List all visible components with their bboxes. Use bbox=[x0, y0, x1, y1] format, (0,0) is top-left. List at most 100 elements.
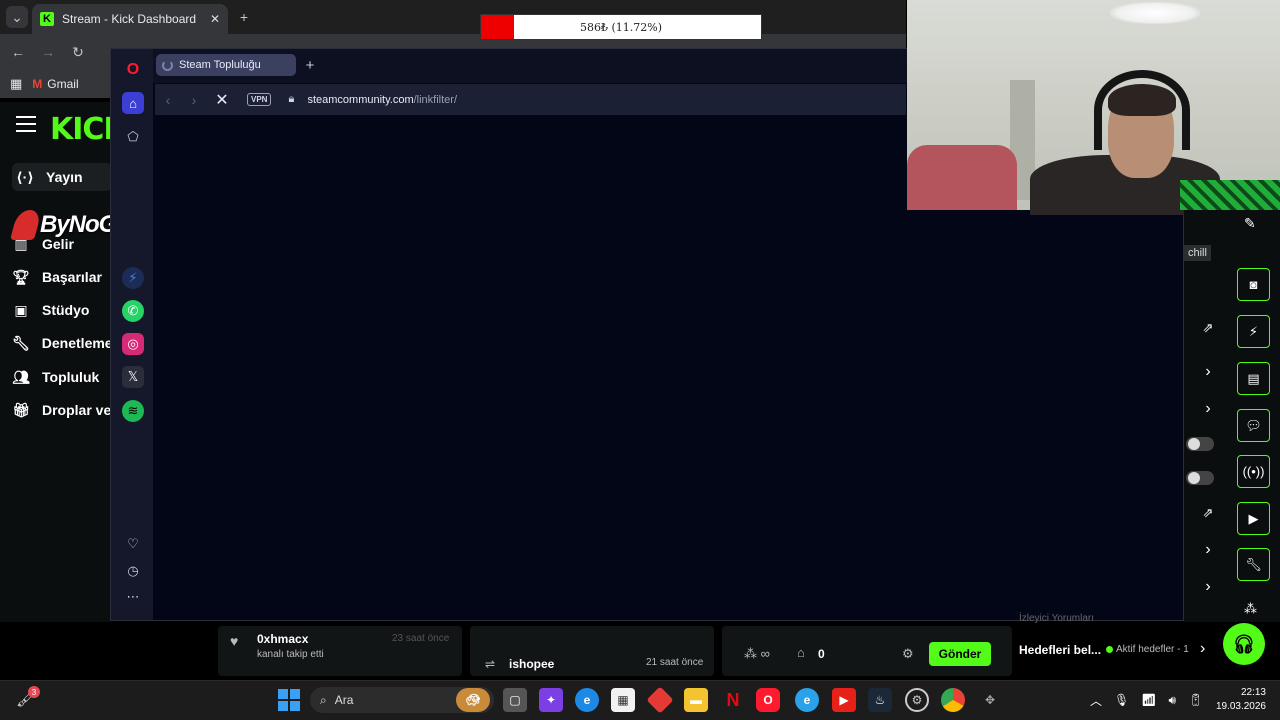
screenshot-button[interactable]: ◙ bbox=[1237, 268, 1270, 301]
channel-points-icon[interactable]: ⁂ ∞ bbox=[744, 646, 770, 662]
goals-title[interactable]: Hedefleri bel... bbox=[1019, 643, 1101, 657]
tools-button[interactable]: 🔧︎ bbox=[1237, 548, 1270, 581]
subscriber-name[interactable]: ishopee bbox=[509, 657, 554, 671]
kick-favicon-icon: K bbox=[40, 12, 54, 26]
follower-action: kanalı takip etti bbox=[257, 649, 324, 660]
heart-icon[interactable]: ♡ bbox=[122, 533, 144, 555]
clock-date: 19.03.2026 bbox=[1215, 701, 1266, 712]
instagram-icon[interactable]: ◎ bbox=[122, 333, 144, 355]
battery-icon[interactable]: 🔋︎ bbox=[1188, 693, 1203, 707]
chevron-right-icon[interactable]: › bbox=[1200, 400, 1216, 418]
url-path: /linkfilter/ bbox=[413, 93, 458, 106]
sidebar-item-yayin[interactable]: ⟨·⟩ Yayın bbox=[12, 163, 112, 191]
gmail-bookmark[interactable]: M Gmail bbox=[32, 77, 78, 91]
edit-pencil-icon[interactable]: ✎ bbox=[1244, 215, 1256, 232]
sidebar-item-droplar[interactable]: 🎁︎ Droplar ve bbox=[12, 396, 112, 424]
notification-badge: 3 bbox=[28, 686, 40, 698]
support-headset-icon[interactable]: 🎧︎ bbox=[1223, 623, 1265, 665]
extra-app-icon[interactable]: ✥ bbox=[978, 688, 1002, 712]
trophy-icon: 🏆︎ bbox=[12, 268, 30, 285]
stream-tag[interactable]: chill bbox=[1184, 245, 1211, 261]
spotify-icon[interactable]: ≋ bbox=[122, 400, 144, 422]
quick-action-button[interactable]: ⚡︎ bbox=[1237, 315, 1270, 348]
game-launcher-icon[interactable]: ⚙ bbox=[905, 688, 929, 712]
notes-button[interactable]: ▤ bbox=[1237, 362, 1270, 395]
file-explorer-icon[interactable]: ▬ bbox=[684, 688, 708, 712]
toggle-switch[interactable] bbox=[1186, 437, 1214, 451]
webcam-cloth bbox=[907, 145, 1017, 210]
tray-expand-chevron-icon[interactable]: ︿ bbox=[1090, 692, 1102, 709]
follower-name[interactable]: 0xhmacx bbox=[257, 632, 308, 646]
new-tab-icon[interactable]: + bbox=[233, 6, 255, 28]
broadcast-button[interactable]: ((•)) bbox=[1237, 455, 1270, 488]
hamburger-menu-icon[interactable] bbox=[16, 116, 36, 132]
send-button[interactable]: Gönder bbox=[929, 642, 991, 666]
volume-icon[interactable]: 🔊︎ bbox=[1168, 693, 1176, 708]
sidebar-item-studyo[interactable]: ▣ Stüdyo bbox=[12, 296, 112, 324]
search-highlight-icon[interactable]: 🐢︎ bbox=[456, 688, 490, 712]
apps-grid-icon[interactable]: ▦ bbox=[10, 76, 22, 92]
copilot-icon[interactable]: ✦ bbox=[539, 688, 563, 712]
sidebar-item-label: Başarılar bbox=[42, 269, 102, 285]
edge-icon[interactable]: e bbox=[575, 688, 599, 712]
more-icon[interactable]: ⋯ bbox=[122, 586, 144, 608]
microphone-icon[interactable]: 🎙︎ bbox=[1114, 693, 1129, 707]
external-link-icon[interactable]: ⇗ bbox=[1200, 505, 1216, 521]
history-icon[interactable]: ◷ bbox=[122, 560, 144, 582]
chat-settings-gear-icon[interactable]: ⚙ bbox=[902, 646, 914, 662]
taskbar-clock[interactable]: 22:13 19.03.2026 bbox=[1210, 686, 1266, 714]
community-icon: 👥︎ bbox=[12, 368, 30, 385]
opera-address-bar[interactable]: ‹ › ✕ VPN 🔒︎ steamcommunity.com/linkfilt… bbox=[155, 84, 906, 115]
chevron-right-icon[interactable]: › bbox=[1200, 578, 1216, 596]
youtube-icon[interactable]: ▶ bbox=[832, 688, 856, 712]
video-button[interactable]: ▶ bbox=[1237, 502, 1270, 535]
reload-icon[interactable]: ↻ bbox=[67, 41, 89, 63]
close-tab-icon[interactable]: ✕ bbox=[210, 12, 220, 26]
chat-button[interactable]: 💬︎ bbox=[1237, 409, 1270, 442]
sidebar-item-label: Droplar ve bbox=[42, 402, 112, 418]
chevron-right-icon[interactable]: › bbox=[1200, 363, 1216, 381]
url-text[interactable]: steamcommunity.com/linkfilter/ bbox=[307, 94, 457, 106]
sidebar-item-topluluk[interactable]: 👥︎ Topluluk bbox=[12, 363, 112, 391]
steam-icon[interactable]: ♨ bbox=[868, 688, 892, 712]
chrome-icon[interactable] bbox=[941, 688, 965, 712]
pinboard-icon[interactable]: ⬠ bbox=[122, 126, 144, 148]
opera-logo-icon[interactable]: O bbox=[122, 59, 144, 81]
chevron-right-icon[interactable]: › bbox=[1200, 541, 1216, 559]
follow-heart-icon: ♥ bbox=[230, 633, 239, 649]
opera-back-icon[interactable]: ‹ bbox=[155, 92, 181, 108]
forward-icon[interactable]: → bbox=[37, 41, 59, 63]
opera-new-tab-icon[interactable]: + bbox=[302, 57, 318, 74]
wrench-icon: 🔧︎ bbox=[12, 334, 30, 351]
vpn-badge[interactable]: VPN bbox=[247, 93, 272, 106]
opera-forward-icon[interactable]: › bbox=[181, 92, 207, 108]
donation-progress-text: 586₺ (11.72%) bbox=[579, 20, 663, 34]
broadcast-icon: ⟨·⟩ bbox=[16, 168, 34, 185]
chrome-tab-kick-dashboard[interactable]: K Stream - Kick Dashboard ✕ bbox=[32, 4, 228, 34]
sidebar-item-denetleme[interactable]: 🔧︎ Denetleme bbox=[12, 329, 112, 357]
microsoft-store-icon[interactable]: ▦ bbox=[611, 688, 635, 712]
windows-start-icon[interactable] bbox=[278, 689, 300, 711]
home-icon[interactable]: ⌂ bbox=[122, 92, 144, 114]
messenger-icon[interactable]: ⚡︎ bbox=[122, 267, 144, 289]
opera-taskbar-icon[interactable]: O bbox=[756, 688, 780, 712]
stop-loading-icon[interactable]: ✕ bbox=[207, 90, 237, 110]
goals-chevron-right-icon[interactable]: › bbox=[1200, 640, 1205, 658]
whatsapp-icon[interactable]: ✆ bbox=[122, 300, 144, 322]
tab-search-chevron-icon[interactable]: ⌄ bbox=[6, 6, 28, 28]
nodes-icon[interactable]: ⁂ bbox=[1244, 601, 1257, 617]
lock-icon[interactable]: 🔒︎ bbox=[281, 93, 301, 106]
task-view-icon[interactable]: ▢ bbox=[503, 688, 527, 712]
back-icon[interactable]: ← bbox=[7, 41, 29, 63]
browser-app-icon[interactable]: e bbox=[795, 688, 819, 712]
wifi-icon[interactable]: 📶︎ bbox=[1141, 693, 1156, 707]
external-link-icon[interactable]: ⇗ bbox=[1200, 320, 1216, 336]
toggle-switch[interactable] bbox=[1186, 471, 1214, 485]
store-icon[interactable]: ⌂ bbox=[797, 645, 805, 660]
opera-tab-steam[interactable]: Steam Topluluğu bbox=[156, 54, 296, 76]
gmail-icon: M bbox=[32, 77, 43, 91]
sidebar-item-basarilar[interactable]: 🏆︎ Başarılar bbox=[12, 263, 112, 291]
x-icon[interactable]: 𝕏 bbox=[122, 366, 144, 388]
netflix-icon[interactable]: N bbox=[721, 688, 745, 712]
subscriber-card bbox=[470, 626, 714, 676]
